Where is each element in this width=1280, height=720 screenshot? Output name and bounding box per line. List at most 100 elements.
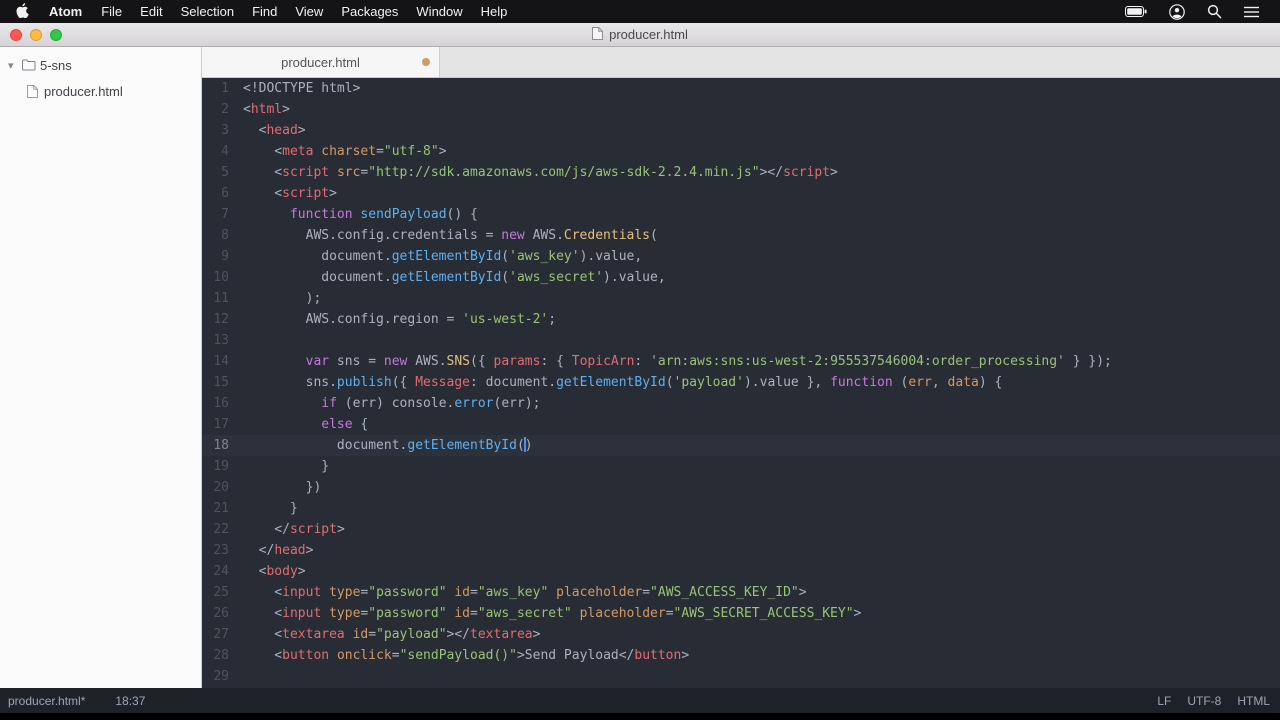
menu-item-file[interactable]: File <box>92 4 131 19</box>
code-line-23[interactable]: 23 </head> <box>202 540 1280 561</box>
menu-item-help[interactable]: Help <box>472 4 517 19</box>
modified-dot-icon[interactable] <box>422 58 430 66</box>
tab-bar: producer.html <box>202 47 1280 78</box>
code-line-7[interactable]: 7 function sendPayload() { <box>202 204 1280 225</box>
code-text: <input type="password" id="aws_key" plac… <box>243 585 807 600</box>
code-text: } <box>243 501 298 516</box>
code-line-27[interactable]: 27 <textarea id="payload"></textarea> <box>202 624 1280 645</box>
code-line-16[interactable]: 16 if (err) console.error(err); <box>202 393 1280 414</box>
code-line-1[interactable]: 1 <!DOCTYPE html> <box>202 78 1280 99</box>
status-cursor-position[interactable]: 18:37 <box>115 694 145 708</box>
line-number: 25 <box>213 585 229 600</box>
line-number: 23 <box>213 543 229 558</box>
apple-icon <box>16 2 29 21</box>
code-text: <script> <box>243 186 337 201</box>
editor[interactable]: 1 <!DOCTYPE html> 2 <html> 3 <head> 4 <meta c… <box>202 78 1280 688</box>
line-number: 5 <box>221 165 229 180</box>
code-line-2[interactable]: 2 <html> <box>202 99 1280 120</box>
code-line-25[interactable]: 25 <input type="password" id="aws_key" p… <box>202 582 1280 603</box>
menu-item-selection[interactable]: Selection <box>172 4 243 19</box>
code-line-17[interactable]: 17 else { <box>202 414 1280 435</box>
line-number: 1 <box>221 81 229 96</box>
search-icon[interactable] <box>1196 4 1233 19</box>
code-line-18[interactable]: 18 document.getElementById() <box>202 435 1280 456</box>
code-text: <body> <box>243 564 306 579</box>
battery-icon[interactable] <box>1114 6 1158 17</box>
code-text: document.getElementById('aws_key').value… <box>243 249 643 264</box>
tab-producer.html[interactable]: producer.html <box>202 47 440 77</box>
code-line-6[interactable]: 6 <script> <box>202 183 1280 204</box>
code-text: <textarea id="payload"></textarea> <box>243 627 541 642</box>
code-line-19[interactable]: 19 } <box>202 456 1280 477</box>
line-number: 27 <box>213 627 229 642</box>
title-bar[interactable]: producer.html <box>0 23 1280 47</box>
code-line-28[interactable]: 28 <button onclick="sendPayload()">Send … <box>202 645 1280 666</box>
code-line-11[interactable]: 11 ); <box>202 288 1280 309</box>
minimize-window-button[interactable] <box>30 28 42 41</box>
menu-status-icons <box>1114 3 1270 20</box>
code-line-10[interactable]: 10 document.getElementById('aws_secret')… <box>202 267 1280 288</box>
line-number: 24 <box>213 564 229 579</box>
code-line-12[interactable]: 12 AWS.config.region = 'us-west-2'; <box>202 309 1280 330</box>
code-line-14[interactable]: 14 var sns = new AWS.SNS({ params: { Top… <box>202 351 1280 372</box>
menu-item-view[interactable]: View <box>286 4 332 19</box>
line-number: 26 <box>213 606 229 621</box>
chevron-down-icon: ▾ <box>8 59 14 72</box>
code-text: if (err) console.error(err); <box>321 396 541 411</box>
status-line-ending[interactable]: LF <box>1157 694 1171 708</box>
code-lines: 1 <!DOCTYPE html> 2 <html> 3 <head> 4 <meta c… <box>202 78 1280 687</box>
code-text: <!DOCTYPE html> <box>243 81 361 96</box>
code-line-9[interactable]: 9 document.getElementById('aws_key').val… <box>202 246 1280 267</box>
window-title-text: producer.html <box>609 27 688 42</box>
status-bar: producer.html* 18:37 LF UTF-8 HTML <box>0 688 1280 713</box>
file-icon <box>27 84 38 98</box>
close-window-button[interactable] <box>10 28 22 41</box>
menu-item-edit[interactable]: Edit <box>131 4 171 19</box>
editor-column: producer.html 1 <!DOCTYPE html> 2 <html> 3 <… <box>202 47 1280 688</box>
atom-window: producer.html ▾ 5-sns producer.html prod… <box>0 23 1280 713</box>
code-line-22[interactable]: 22 </script> <box>202 519 1280 540</box>
tree-item-file[interactable]: producer.html <box>0 78 201 104</box>
tree-view: ▾ 5-sns producer.html <box>0 47 202 688</box>
menu-item-window[interactable]: Window <box>407 4 471 19</box>
line-number: 28 <box>213 648 229 663</box>
text-cursor <box>523 437 526 452</box>
code-text: else { <box>321 417 369 432</box>
code-line-15[interactable]: 15 sns.publish({ Message: document.getEl… <box>202 372 1280 393</box>
status-grammar[interactable]: HTML <box>1237 694 1270 708</box>
tree-item-folder[interactable]: ▾ 5-sns <box>0 52 201 78</box>
apple-menu[interactable] <box>10 2 39 21</box>
status-encoding[interactable]: UTF-8 <box>1187 694 1221 708</box>
code-line-26[interactable]: 26 <input type="password" id="aws_secret… <box>202 603 1280 624</box>
code-line-5[interactable]: 5 <script src="http://sdk.amazonaws.com/… <box>202 162 1280 183</box>
code-text: } <box>243 459 330 474</box>
menu-items: Atom File Edit Selection Find View Packages Win… <box>39 4 516 19</box>
code-line-13[interactable]: 13 <box>202 330 1280 351</box>
line-number: 18 <box>213 438 229 453</box>
screen: Atom File Edit Selection Find View Packages Win… <box>0 0 1280 720</box>
menu-item-atom[interactable]: Atom <box>39 4 92 19</box>
menu-bar: Atom File Edit Selection Find View Packages Win… <box>0 0 1280 23</box>
code-text: ); <box>243 291 322 306</box>
code-text: AWS.config.region = 'us-west-2'; <box>243 312 557 327</box>
menu-item-find[interactable]: Find <box>243 4 286 19</box>
line-number: 2 <box>221 102 229 117</box>
line-number: 21 <box>213 501 229 516</box>
code-line-29[interactable]: 29 <box>202 666 1280 687</box>
code-line-20[interactable]: 20 }) <box>202 477 1280 498</box>
code-line-3[interactable]: 3 <head> <box>202 120 1280 141</box>
user-icon[interactable] <box>1158 3 1196 20</box>
status-file-name[interactable]: producer.html* <box>8 694 85 708</box>
code-line-21[interactable]: 21 } <box>202 498 1280 519</box>
code-line-8[interactable]: 8 AWS.config.credentials = new AWS.Crede… <box>202 225 1280 246</box>
line-number: 11 <box>213 291 229 306</box>
code-line-24[interactable]: 24 <body> <box>202 561 1280 582</box>
code-text: document.getElementById('aws_secret').va… <box>243 270 666 285</box>
code-text: AWS.config.credentials = new AWS.Credent… <box>243 228 658 243</box>
code-line-4[interactable]: 4 <meta charset="utf-8"> <box>202 141 1280 162</box>
zoom-window-button[interactable] <box>50 28 62 41</box>
line-number: 4 <box>221 144 229 159</box>
tab-label: producer.html <box>281 54 360 70</box>
notification-center-icon[interactable] <box>1233 6 1270 18</box>
menu-item-packages[interactable]: Packages <box>332 4 407 19</box>
